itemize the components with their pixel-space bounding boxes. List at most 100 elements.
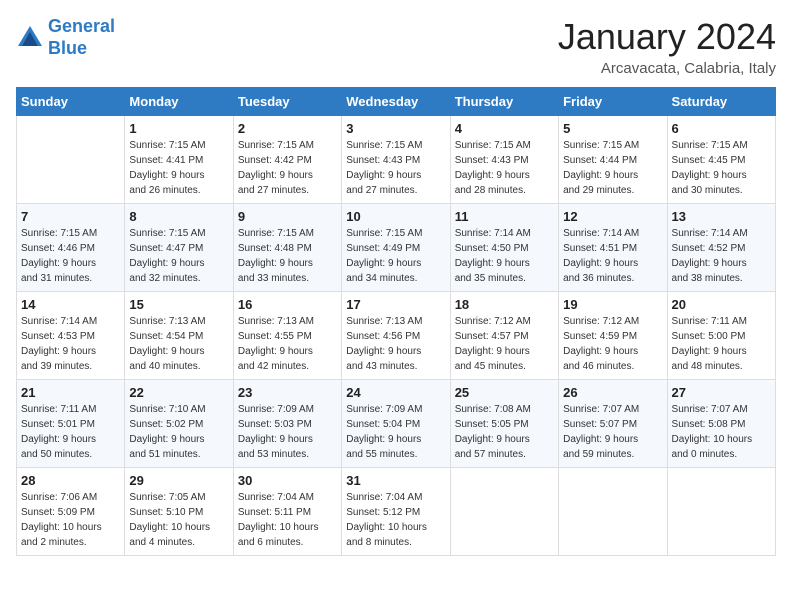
day-info: Sunrise: 7:14 AMSunset: 4:52 PMDaylight:… bbox=[672, 226, 771, 286]
day-number: 17 bbox=[346, 297, 445, 312]
calendar-cell: 1Sunrise: 7:15 AMSunset: 4:41 PMDaylight… bbox=[125, 116, 233, 204]
title-block: January 2024 Arcavacata, Calabria, Italy bbox=[558, 16, 776, 77]
day-info: Sunrise: 7:08 AMSunset: 5:05 PMDaylight:… bbox=[455, 402, 554, 462]
day-info: Sunrise: 7:06 AMSunset: 5:09 PMDaylight:… bbox=[21, 490, 120, 550]
logo-line2: Blue bbox=[48, 38, 87, 58]
day-info: Sunrise: 7:15 AMSunset: 4:48 PMDaylight:… bbox=[238, 226, 337, 286]
calendar-cell: 7 Sunrise: 7:15 AMSunset: 4:46 PMDaylight… bbox=[17, 204, 125, 292]
day-number: 15 bbox=[129, 297, 228, 312]
calendar-cell: 3Sunrise: 7:15 AMSunset: 4:43 PMDaylight… bbox=[342, 116, 450, 204]
day-number: 27 bbox=[672, 385, 771, 400]
day-number: 1 bbox=[129, 121, 228, 136]
calendar-cell: 19Sunrise: 7:12 AMSunset: 4:59 PMDayligh… bbox=[559, 292, 667, 380]
calendar-cell: 15 Sunrise: 7:13 AMSunset: 4:54 PMDayligh… bbox=[125, 292, 233, 380]
location: Arcavacata, Calabria, Italy bbox=[558, 60, 776, 77]
calendar-cell: 27 Sunrise: 7:07 AMSunset: 5:08 PMDayligh… bbox=[667, 380, 775, 468]
day-info: Sunrise: 7:12 AMSunset: 4:59 PMDaylight:… bbox=[563, 314, 662, 374]
weekday-header: Tuesday bbox=[233, 88, 341, 116]
logo: General Blue bbox=[16, 16, 115, 59]
calendar-cell: 2 Sunrise: 7:15 AMSunset: 4:42 PMDaylight… bbox=[233, 116, 341, 204]
day-info: Sunrise: 7:07 AMSunset: 5:08 PMDaylight:… bbox=[672, 402, 771, 462]
calendar-cell: 25 Sunrise: 7:08 AMSunset: 5:05 PMDayligh… bbox=[450, 380, 558, 468]
day-number: 23 bbox=[238, 385, 337, 400]
weekday-header: Friday bbox=[559, 88, 667, 116]
day-number: 22 bbox=[129, 385, 228, 400]
day-number: 9 bbox=[238, 209, 337, 224]
day-number: 11 bbox=[455, 209, 554, 224]
calendar-table: SundayMondayTuesdayWednesdayThursdayFrid… bbox=[16, 87, 776, 556]
calendar-cell: 18Sunrise: 7:12 AMSunset: 4:57 PMDayligh… bbox=[450, 292, 558, 380]
day-number: 26 bbox=[563, 385, 662, 400]
calendar-cell: 22Sunrise: 7:10 AMSunset: 5:02 PMDayligh… bbox=[125, 380, 233, 468]
day-number: 7 bbox=[21, 209, 120, 224]
calendar-cell: 5Sunrise: 7:15 AMSunset: 4:44 PMDaylight… bbox=[559, 116, 667, 204]
calendar-cell: 14 Sunrise: 7:14 AMSunset: 4:53 PMDayligh… bbox=[17, 292, 125, 380]
weekday-header: Thursday bbox=[450, 88, 558, 116]
day-info: Sunrise: 7:15 AMSunset: 4:45 PMDaylight:… bbox=[672, 138, 771, 198]
day-info: Sunrise: 7:13 AMSunset: 4:55 PMDaylight:… bbox=[238, 314, 337, 374]
header: General Blue January 2024 Arcavacata, Ca… bbox=[16, 16, 776, 77]
calendar-cell: 16 Sunrise: 7:13 AMSunset: 4:55 PMDayligh… bbox=[233, 292, 341, 380]
day-info: Sunrise: 7:13 AMSunset: 4:56 PMDaylight:… bbox=[346, 314, 445, 374]
day-info: Sunrise: 7:11 AMSunset: 5:00 PMDaylight:… bbox=[672, 314, 771, 374]
day-number: 6 bbox=[672, 121, 771, 136]
calendar-cell: 29 Sunrise: 7:05 AMSunset: 5:10 PMDayligh… bbox=[125, 468, 233, 556]
calendar-cell: 30 Sunrise: 7:04 AMSunset: 5:11 PMDayligh… bbox=[233, 468, 341, 556]
day-info: Sunrise: 7:12 AMSunset: 4:57 PMDaylight:… bbox=[455, 314, 554, 374]
day-number: 12 bbox=[563, 209, 662, 224]
day-number: 10 bbox=[346, 209, 445, 224]
calendar-week-row: 21Sunrise: 7:11 AMSunset: 5:01 PMDayligh… bbox=[17, 380, 776, 468]
logo-text: General Blue bbox=[48, 16, 115, 59]
day-info: Sunrise: 7:15 AMSunset: 4:46 PMDaylight:… bbox=[21, 226, 120, 286]
day-number: 8 bbox=[129, 209, 228, 224]
calendar-cell bbox=[450, 468, 558, 556]
calendar-cell: 23 Sunrise: 7:09 AMSunset: 5:03 PMDayligh… bbox=[233, 380, 341, 468]
weekday-header: Sunday bbox=[17, 88, 125, 116]
calendar-cell: 17 Sunrise: 7:13 AMSunset: 4:56 PMDayligh… bbox=[342, 292, 450, 380]
day-number: 14 bbox=[21, 297, 120, 312]
calendar-cell bbox=[559, 468, 667, 556]
calendar-cell: 20 Sunrise: 7:11 AMSunset: 5:00 PMDayligh… bbox=[667, 292, 775, 380]
calendar-cell: 28Sunrise: 7:06 AMSunset: 5:09 PMDayligh… bbox=[17, 468, 125, 556]
calendar-week-row: 1Sunrise: 7:15 AMSunset: 4:41 PMDaylight… bbox=[17, 116, 776, 204]
day-number: 30 bbox=[238, 473, 337, 488]
weekday-header-row: SundayMondayTuesdayWednesdayThursdayFrid… bbox=[17, 88, 776, 116]
day-number: 2 bbox=[238, 121, 337, 136]
calendar-cell: 24 Sunrise: 7:09 AMSunset: 5:04 PMDayligh… bbox=[342, 380, 450, 468]
day-number: 29 bbox=[129, 473, 228, 488]
calendar-week-row: 28Sunrise: 7:06 AMSunset: 5:09 PMDayligh… bbox=[17, 468, 776, 556]
day-info: Sunrise: 7:14 AMSunset: 4:53 PMDaylight:… bbox=[21, 314, 120, 374]
day-info: Sunrise: 7:14 AMSunset: 4:50 PMDaylight:… bbox=[455, 226, 554, 286]
calendar-cell: 8Sunrise: 7:15 AMSunset: 4:47 PMDaylight… bbox=[125, 204, 233, 292]
calendar-cell: 10Sunrise: 7:15 AMSunset: 4:49 PMDayligh… bbox=[342, 204, 450, 292]
day-info: Sunrise: 7:04 AMSunset: 5:11 PMDaylight:… bbox=[238, 490, 337, 550]
day-number: 16 bbox=[238, 297, 337, 312]
calendar-cell: 12Sunrise: 7:14 AMSunset: 4:51 PMDayligh… bbox=[559, 204, 667, 292]
calendar-cell: 31Sunrise: 7:04 AMSunset: 5:12 PMDayligh… bbox=[342, 468, 450, 556]
day-number: 20 bbox=[672, 297, 771, 312]
day-number: 25 bbox=[455, 385, 554, 400]
calendar-cell bbox=[667, 468, 775, 556]
day-info: Sunrise: 7:09 AMSunset: 5:03 PMDaylight:… bbox=[238, 402, 337, 462]
calendar-cell: 13Sunrise: 7:14 AMSunset: 4:52 PMDayligh… bbox=[667, 204, 775, 292]
day-info: Sunrise: 7:09 AMSunset: 5:04 PMDaylight:… bbox=[346, 402, 445, 462]
day-info: Sunrise: 7:13 AMSunset: 4:54 PMDaylight:… bbox=[129, 314, 228, 374]
day-info: Sunrise: 7:15 AMSunset: 4:43 PMDaylight:… bbox=[346, 138, 445, 198]
day-number: 21 bbox=[21, 385, 120, 400]
weekday-header: Saturday bbox=[667, 88, 775, 116]
calendar-week-row: 7 Sunrise: 7:15 AMSunset: 4:46 PMDaylight… bbox=[17, 204, 776, 292]
calendar-cell: 9 Sunrise: 7:15 AMSunset: 4:48 PMDaylight… bbox=[233, 204, 341, 292]
day-number: 24 bbox=[346, 385, 445, 400]
logo-line1: General bbox=[48, 16, 115, 36]
calendar-cell: 11 Sunrise: 7:14 AMSunset: 4:50 PMDayligh… bbox=[450, 204, 558, 292]
page-container: General Blue January 2024 Arcavacata, Ca… bbox=[0, 0, 792, 566]
day-info: Sunrise: 7:15 AMSunset: 4:44 PMDaylight:… bbox=[563, 138, 662, 198]
logo-icon bbox=[16, 24, 44, 52]
day-info: Sunrise: 7:04 AMSunset: 5:12 PMDaylight:… bbox=[346, 490, 445, 550]
calendar-week-row: 14 Sunrise: 7:14 AMSunset: 4:53 PMDayligh… bbox=[17, 292, 776, 380]
day-info: Sunrise: 7:05 AMSunset: 5:10 PMDaylight:… bbox=[129, 490, 228, 550]
calendar-cell bbox=[17, 116, 125, 204]
day-info: Sunrise: 7:15 AMSunset: 4:42 PMDaylight:… bbox=[238, 138, 337, 198]
day-info: Sunrise: 7:07 AMSunset: 5:07 PMDaylight:… bbox=[563, 402, 662, 462]
day-number: 4 bbox=[455, 121, 554, 136]
